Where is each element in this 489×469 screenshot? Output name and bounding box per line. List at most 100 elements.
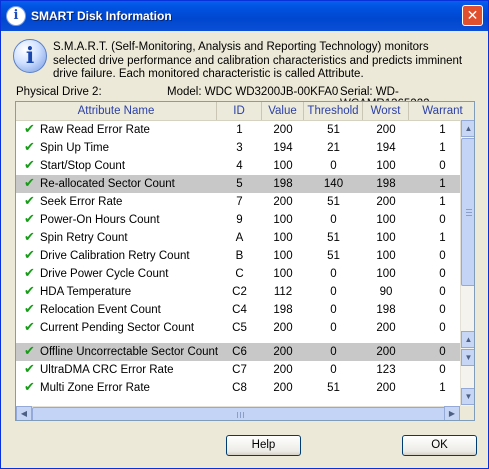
scroll-mid-up-button[interactable]: ▲ — [461, 331, 474, 348]
cell-name: Raw Read Error Rate — [40, 124, 150, 136]
vertical-scroll-thumb[interactable] — [461, 138, 474, 286]
title-bar[interactable]: i SMART Disk Information ✕ — [1, 1, 488, 31]
table-row[interactable]: ✔ Offline Uncorrectable Sector Count C6 200… — [16, 343, 460, 361]
cell-threshold: 140 — [323, 178, 344, 190]
cell-name: Spin Up Time — [40, 142, 110, 154]
cell-id: C6 — [232, 346, 247, 358]
cell-worst: 200 — [376, 124, 396, 136]
horizontal-scrollbar[interactable]: ◀ ▶ — [16, 406, 460, 420]
cell-threshold: 0 — [330, 364, 337, 376]
cell-threshold: 0 — [330, 304, 337, 316]
cell-value: 200 — [273, 364, 293, 376]
green-checkmark-icon: ✔ — [24, 266, 35, 281]
column-header-id[interactable]: ID — [217, 102, 262, 120]
horizontal-scroll-thumb[interactable] — [32, 407, 448, 420]
cell-value: 112 — [273, 286, 293, 298]
cell-value: 100 — [273, 250, 293, 262]
column-header-attribute-name[interactable]: Attribute Name — [16, 102, 217, 120]
physical-drive-label: Physical Drive 2: — [16, 86, 102, 98]
cell-id: C7 — [232, 364, 247, 376]
green-checkmark-icon: ✔ — [24, 122, 35, 137]
cell-threshold: 21 — [327, 142, 340, 154]
cell-id: A — [235, 232, 244, 244]
attribute-table[interactable]: Attribute Name ID Value Threshold Worst … — [15, 101, 475, 421]
scroll-right-button[interactable]: ▶ — [444, 406, 460, 420]
cell-threshold: 0 — [330, 346, 337, 358]
cell-threshold: 51 — [327, 232, 340, 244]
cell-worst: 194 — [376, 142, 396, 154]
thumb-grip — [237, 412, 238, 418]
thumb-grip — [466, 212, 472, 213]
cell-worst: 90 — [379, 286, 393, 298]
green-checkmark-icon: ✔ — [24, 158, 35, 173]
window-title: SMART Disk Information — [31, 9, 172, 23]
cell-threshold: 51 — [327, 124, 340, 136]
column-header-threshold[interactable]: Threshold — [304, 102, 363, 120]
cell-worst: 100 — [376, 160, 396, 172]
cell-name: Offline Uncorrectable Sector Count — [40, 346, 219, 358]
cell-value: 100 — [273, 268, 293, 280]
scrollbar-corner — [460, 406, 474, 420]
table-row[interactable]: ✔ Relocation Event Count C4 198 0 198 0 — [16, 301, 460, 319]
cell-worst: 100 — [376, 232, 396, 244]
ok-button[interactable]: OK — [402, 435, 477, 456]
close-button[interactable]: ✕ — [462, 5, 483, 26]
green-checkmark-icon: ✔ — [24, 320, 35, 335]
table-row[interactable]: ✔ UltraDMA CRC Error Rate C7 200 0 123 0 — [16, 361, 460, 379]
cell-name: HDA Temperature — [40, 286, 132, 298]
cell-worst: 200 — [376, 322, 396, 334]
cell-id: 5 — [236, 178, 243, 190]
cell-value: 100 — [273, 232, 293, 244]
smart-dialog: i SMART Disk Information ✕ i S.M.A.R.T. … — [0, 0, 489, 469]
cell-threshold: 0 — [330, 214, 337, 226]
green-checkmark-icon: ✔ — [24, 284, 35, 299]
info-large-icon: i — [13, 39, 47, 73]
cell-name: Spin Retry Count — [40, 232, 128, 244]
help-button[interactable]: Help — [226, 435, 301, 456]
green-checkmark-icon: ✔ — [24, 194, 35, 209]
column-header-value[interactable]: Value — [262, 102, 304, 120]
table-row[interactable]: ✔ Current Pending Sector Count C5 200 0 200 0 — [16, 319, 460, 337]
table-row[interactable]: ✔ Power-On Hours Count 9 100 0 100 0 — [16, 211, 460, 229]
cell-value: 200 — [273, 382, 293, 394]
scroll-mid-down-button[interactable]: ▼ — [461, 349, 474, 366]
scroll-down-button[interactable]: ▼ — [461, 388, 474, 405]
cell-id: 1 — [236, 124, 243, 136]
scroll-up-button[interactable]: ▲ — [461, 120, 474, 137]
cell-value: 200 — [273, 346, 293, 358]
cell-worst: 100 — [376, 214, 396, 226]
cell-name: Current Pending Sector Count — [40, 322, 195, 334]
scroll-left-button[interactable]: ◀ — [16, 406, 32, 420]
table-row[interactable]: ✔ Seek Error Rate 7 200 51 200 1 — [16, 193, 460, 211]
cell-threshold: 0 — [330, 160, 337, 172]
cell-threshold: 51 — [327, 250, 340, 262]
cell-worst: 123 — [376, 364, 396, 376]
cell-value: 198 — [273, 178, 293, 190]
cell-name: UltraDMA CRC Error Rate — [40, 364, 174, 376]
cell-threshold: 0 — [330, 268, 337, 280]
table-row[interactable]: ✔ Re-allocated Sector Count 5 198 140 198 1 — [16, 175, 460, 193]
cell-threshold: 0 — [330, 286, 337, 298]
green-checkmark-icon: ✔ — [24, 176, 35, 191]
table-row[interactable]: ✔ Raw Read Error Rate 1 200 51 200 1 — [16, 121, 460, 139]
cell-worst: 200 — [376, 196, 396, 208]
green-checkmark-icon: ✔ — [24, 344, 35, 359]
column-header-worst[interactable]: Worst — [363, 102, 409, 120]
green-checkmark-icon: ✔ — [24, 212, 35, 227]
table-row[interactable]: ✔ Spin Up Time 3 194 21 194 1 — [16, 139, 460, 157]
table-row[interactable]: ✔ Drive Calibration Retry Count B 100 51 100 0 — [16, 247, 460, 265]
table-row[interactable]: ✔ Start/Stop Count 4 100 0 100 0 — [16, 157, 460, 175]
thumb-grip — [243, 412, 244, 418]
cell-value: 198 — [273, 304, 293, 316]
table-row[interactable]: ✔ Multi Zone Error Rate C8 200 51 200 1 — [16, 379, 460, 397]
cell-name: Drive Calibration Retry Count — [40, 250, 190, 262]
table-row[interactable]: ✔ Spin Retry Count A 100 51 100 1 — [16, 229, 460, 247]
table-row[interactable]: ✔ Drive Power Cycle Count C 100 0 100 0 — [16, 265, 460, 283]
vertical-scrollbar[interactable]: ▲ ▲ ▼ ▼ — [460, 120, 474, 406]
cell-threshold: 0 — [330, 322, 337, 334]
cell-name: Power-On Hours Count — [40, 214, 160, 226]
table-row[interactable]: ✔ HDA Temperature C2 112 0 90 0 — [16, 283, 460, 301]
column-header-warrant[interactable]: Warrant — [409, 102, 474, 120]
cell-value: 100 — [273, 214, 293, 226]
cell-worst: 100 — [376, 268, 396, 280]
